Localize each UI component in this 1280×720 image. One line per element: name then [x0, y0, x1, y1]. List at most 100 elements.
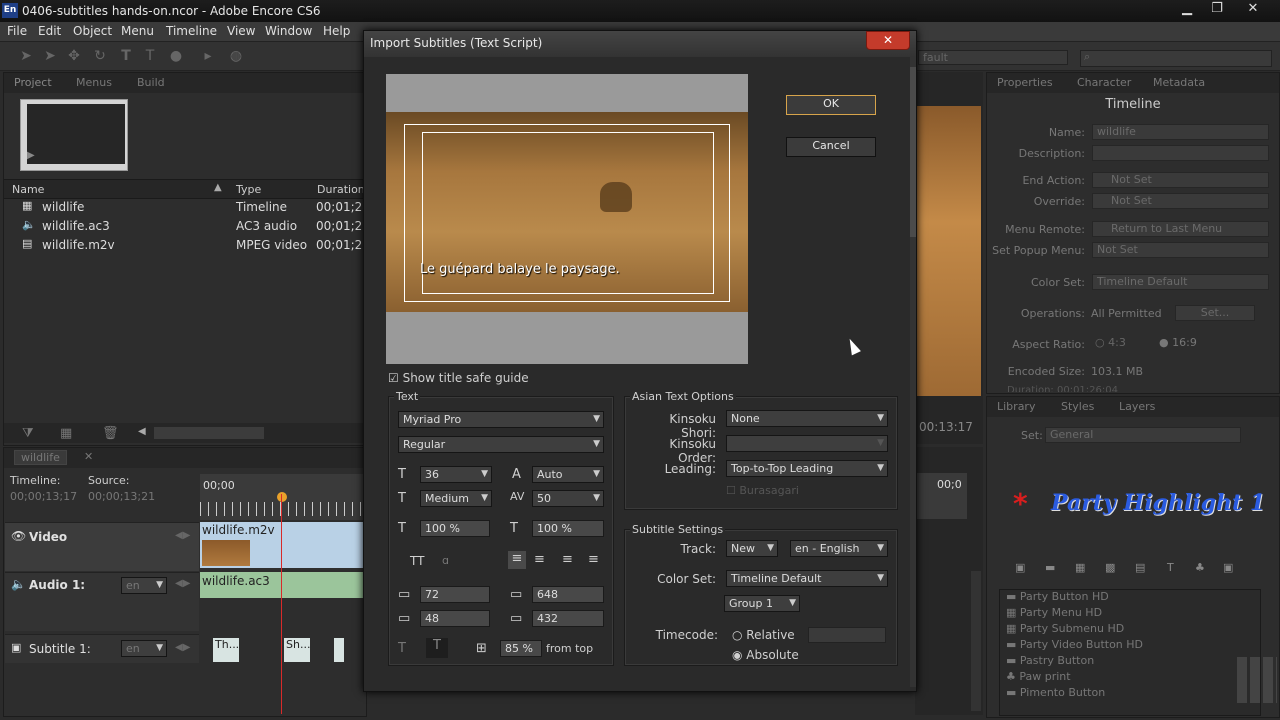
absolute-radio[interactable]: ◉ Absolute — [732, 648, 799, 662]
list-item[interactable]: ▦ Party Menu HD — [1006, 606, 1102, 619]
minimize-icon[interactable]: ▁ — [1172, 0, 1202, 18]
rotate-tool-icon[interactable]: ↻ — [92, 48, 108, 64]
tab-menus[interactable]: Menus — [76, 76, 112, 89]
cancel-button[interactable]: Cancel — [786, 137, 876, 157]
menu-object[interactable]: Object — [73, 24, 112, 38]
eye-icon[interactable]: 👁 — [11, 529, 26, 543]
menu-edit[interactable]: Edit — [38, 24, 61, 38]
table-row[interactable]: 🔈 wildlife.ac3 AC3 audio 00;01;25; — [4, 218, 374, 237]
menu-view[interactable]: View — [227, 24, 255, 38]
tab-project[interactable]: Project — [14, 76, 52, 89]
group-dropdown[interactable]: Group 1 ▼ — [724, 595, 800, 612]
col-name[interactable]: Name — [12, 183, 44, 196]
zoom-tool-icon[interactable]: ● — [168, 48, 184, 64]
menu-timeline[interactable]: Timeline — [166, 24, 217, 38]
bottom-margin-field[interactable]: 432 — [532, 610, 604, 627]
position-field[interactable]: 85 % — [500, 640, 542, 657]
set-button[interactable]: Set... — [1175, 305, 1255, 321]
trash-icon[interactable]: 🗑 — [102, 426, 119, 441]
dialog-close-icon[interactable]: ✕ — [866, 31, 910, 50]
tab-layers[interactable]: Layers — [1119, 400, 1155, 413]
replace-icon[interactable]: ▣ — [1223, 561, 1233, 574]
subtitle-clip[interactable] — [334, 638, 344, 662]
table-row[interactable]: ▦ wildlife Timeline 00;01;26; — [4, 199, 374, 218]
tab-build[interactable]: Build — [137, 76, 165, 89]
move-tool-icon[interactable]: ✥ — [66, 48, 82, 64]
maximize-icon[interactable]: ❐ — [1202, 0, 1232, 18]
list-item[interactable]: ▬ Party Button HD — [1006, 590, 1109, 603]
menu-help[interactable]: Help — [323, 24, 350, 38]
show-guide-checkbox[interactable]: ☑ Show title safe guide — [388, 371, 529, 385]
track-dropdown[interactable]: New ▼ — [726, 540, 778, 557]
audio-language-dropdown[interactable]: en ▼ — [121, 577, 167, 594]
playhead-icon[interactable] — [277, 492, 287, 502]
override-field[interactable]: Not Set — [1092, 193, 1269, 209]
vertical-scrollbar[interactable] — [971, 571, 981, 711]
image-filter-icon[interactable]: ▦ — [1075, 561, 1085, 574]
burasagari-checkbox[interactable]: ☐ Burasagari — [726, 484, 799, 497]
list-item[interactable]: ▬ Pastry Button — [1006, 654, 1094, 667]
font-dropdown[interactable]: Myriad Pro ▼ — [398, 411, 604, 428]
kinsoku-order-dropdown[interactable]: ▼ — [726, 435, 888, 452]
color-set-dropdown[interactable]: Timeline Default — [1092, 274, 1269, 290]
text-tool-icon[interactable]: T — [118, 48, 134, 64]
direct-select-tool-icon[interactable]: ➤ — [42, 48, 58, 64]
time-ruler[interactable]: 00;00 — [200, 474, 366, 520]
relative-radio[interactable]: ○ Relative — [732, 628, 795, 642]
paw-filter-icon[interactable]: ♣ — [1195, 561, 1205, 574]
col-duration[interactable]: Duration — [317, 183, 365, 196]
description-field[interactable] — [1092, 145, 1269, 161]
pattern-filter-icon[interactable]: ▩ — [1105, 561, 1115, 574]
speaker-icon[interactable]: 🔈 — [11, 577, 26, 591]
library-set-dropdown[interactable]: General — [1045, 427, 1241, 443]
subtitle-clip[interactable]: Th... — [213, 638, 239, 662]
dialog-scrollbar[interactable] — [910, 57, 916, 687]
subtitle-clip[interactable]: Sh... — [284, 638, 310, 662]
scroll-left-icon[interactable]: ◀ — [138, 426, 146, 437]
track-language-dropdown[interactable]: en - English ▼ — [790, 540, 888, 557]
leading-dropdown[interactable]: Auto ▼ — [532, 466, 604, 483]
tab-library[interactable]: Library — [997, 400, 1035, 413]
tab-character[interactable]: Character — [1077, 76, 1131, 89]
menu-remote-field[interactable]: Return to Last Menu — [1092, 221, 1269, 237]
build-icon[interactable]: ◍ — [228, 48, 244, 64]
color-set-dropdown[interactable]: Timeline Default ▼ — [726, 570, 888, 587]
top-margin-field[interactable]: 48 — [420, 610, 490, 627]
tracking-dropdown[interactable]: 50 ▼ — [532, 490, 604, 507]
end-action-field[interactable]: Not Set — [1092, 172, 1269, 188]
set-popup-dropdown[interactable]: Not Set — [1092, 242, 1269, 258]
folder-filter-icon[interactable]: ▤ — [1135, 561, 1145, 574]
workspace-dropdown[interactable]: fault — [918, 50, 1068, 65]
filter-icon[interactable]: ⧩ — [22, 426, 34, 441]
tab-styles[interactable]: Styles — [1061, 400, 1094, 413]
new-item-icon[interactable]: ▦ — [60, 426, 72, 441]
search-input[interactable] — [1080, 50, 1272, 67]
name-field[interactable]: wildlife — [1092, 124, 1269, 140]
menu-file[interactable]: File — [7, 24, 27, 38]
video-clip[interactable]: wildlife.m2v — [200, 522, 366, 568]
aspect-43-radio[interactable]: ○ 4:3 — [1095, 336, 1126, 349]
faux-icon[interactable]: ɑ — [442, 554, 449, 567]
table-row[interactable]: ▤ wildlife.m2v MPEG video 00;01;25; — [4, 237, 374, 256]
vertical-text-icon[interactable]: T — [398, 641, 406, 656]
align-justify-icon[interactable]: ≡ — [588, 552, 599, 567]
kinsoku-shori-dropdown[interactable]: None ▼ — [726, 410, 888, 427]
align-center-icon[interactable]: ≡ — [534, 552, 545, 567]
close-window-icon[interactable]: ✕ — [1238, 0, 1268, 18]
close-tab-icon[interactable]: ✕ — [84, 450, 93, 463]
left-margin-field[interactable]: 72 — [420, 586, 490, 603]
font-weight-dropdown[interactable]: Medium ▼ — [420, 490, 492, 507]
col-type[interactable]: Type — [236, 183, 261, 196]
right-margin-field[interactable]: 648 — [532, 586, 604, 603]
subtitle-language-dropdown[interactable]: en ▼ — [121, 640, 167, 657]
vertical-scale-field[interactable]: 100 % — [532, 520, 604, 537]
align-left-icon[interactable]: ≡ — [508, 551, 526, 569]
horizontal-scrollbar[interactable] — [154, 427, 264, 439]
menu-window[interactable]: Window — [265, 24, 312, 38]
list-item[interactable]: ▦ Party Submenu HD — [1006, 622, 1124, 635]
selection-tool-icon[interactable]: ➤ — [18, 48, 34, 64]
font-size-dropdown[interactable]: 36 ▼ — [420, 466, 492, 483]
vertical-text-tool-icon[interactable]: T — [142, 48, 158, 64]
font-style-dropdown[interactable]: Regular ▼ — [398, 436, 604, 453]
preview-icon[interactable]: ▸ — [200, 48, 216, 64]
